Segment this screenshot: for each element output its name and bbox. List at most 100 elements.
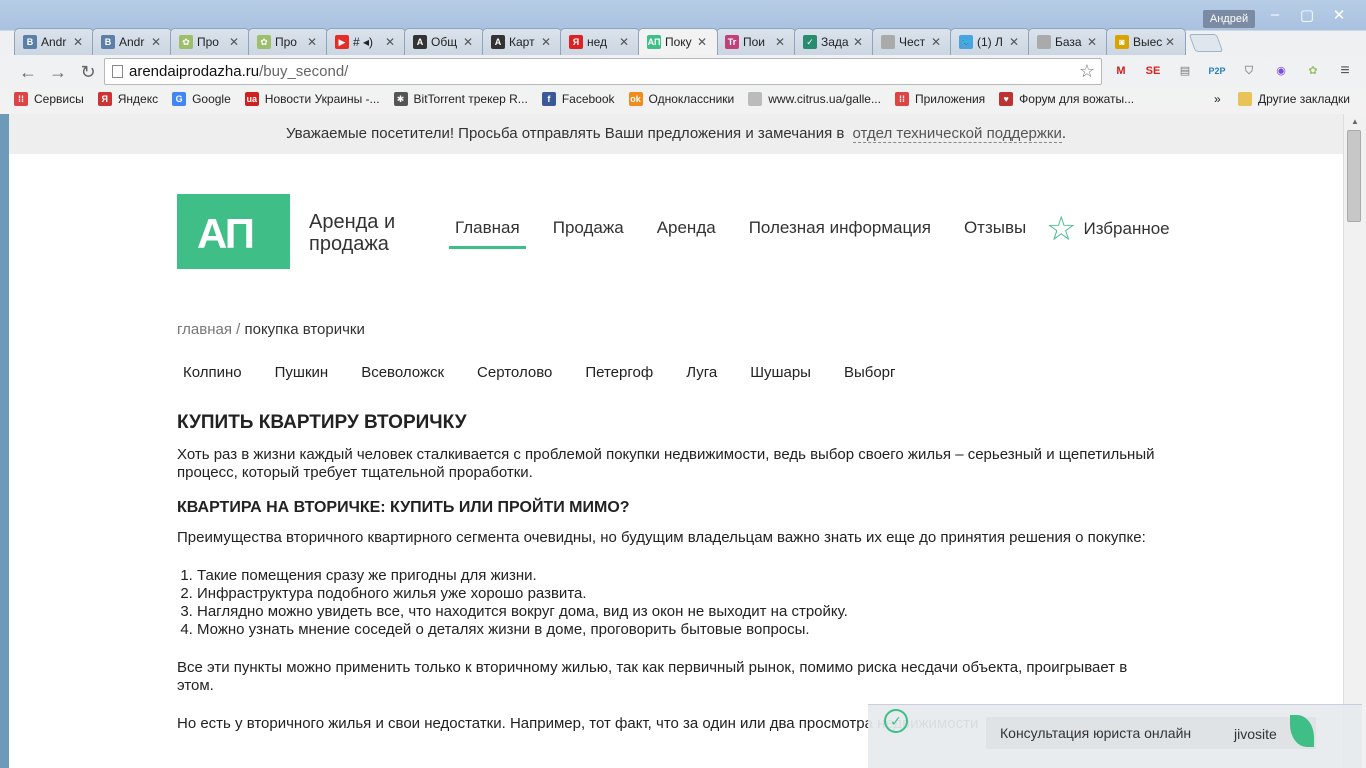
breadcrumb-home[interactable]: главная <box>177 321 232 338</box>
menu-item[interactable]: Отзывы <box>964 218 1026 249</box>
browser-tab[interactable]: B Andr ✕ <box>92 28 172 55</box>
support-link[interactable]: отдел технической поддержки <box>852 125 1062 143</box>
close-tab-icon[interactable]: ✕ <box>1165 35 1175 49</box>
city-link[interactable]: Луга <box>686 364 717 381</box>
profile-badge[interactable]: Андрей <box>1203 10 1255 28</box>
browser-tab[interactable]: B Andr ✕ <box>14 28 94 55</box>
close-tab-icon[interactable]: ✕ <box>1009 35 1019 49</box>
tab-title: (1) Л <box>977 35 1003 49</box>
browser-tab[interactable]: База ✕ <box>1028 28 1108 55</box>
tab-favicon: ◙ <box>1115 35 1129 49</box>
browser-tab[interactable]: Чест ✕ <box>872 28 952 55</box>
tab-title: Пои <box>743 35 766 49</box>
city-link[interactable]: Выборг <box>844 364 896 381</box>
se-extension-icon[interactable]: SE <box>1140 58 1166 84</box>
bookmarks-bar: ⁞⁞ Сервисы Я Яндекс G Google ua Новости Украины… <box>0 88 1366 110</box>
folder-icon <box>1238 92 1252 106</box>
bookmark-item[interactable]: ✱ BitTorrent трекер R... <box>393 92 528 106</box>
scroll-up-icon[interactable]: ▲ <box>1344 114 1366 130</box>
bookmark-item[interactable]: f Facebook <box>541 92 615 106</box>
browser-tab[interactable]: ✿ Про ✕ <box>248 28 328 55</box>
chat-widget[interactable]: ✓ Консультация юриста онлайн jivosite <box>868 704 1362 768</box>
menu-icon[interactable]: ≡ <box>1332 58 1358 84</box>
close-tab-icon[interactable]: ✕ <box>73 35 83 49</box>
close-tab-icon[interactable]: ✕ <box>697 35 707 49</box>
tab-title: Поку <box>665 35 692 49</box>
close-tab-icon[interactable]: ✕ <box>463 35 473 49</box>
close-window-icon[interactable]: ✕ <box>1326 6 1352 24</box>
menu-item[interactable]: Главная <box>449 218 526 249</box>
tab-favicon <box>881 35 895 49</box>
close-tab-icon[interactable]: ✕ <box>1087 35 1097 49</box>
bookmarks-overflow-button[interactable]: » <box>1214 92 1221 106</box>
browser-tab[interactable]: Янед ✕ <box>560 28 640 55</box>
city-link[interactable]: Пушкин <box>275 364 329 381</box>
bookmark-icon: ⁞⁞ <box>14 92 28 106</box>
menu-item[interactable]: Полезная информация <box>749 218 931 249</box>
p2p-extension-icon[interactable]: P2P <box>1204 58 1230 84</box>
address-bar[interactable]: arendaiprodazha.ru/buy_second/ ☆ <box>104 58 1102 85</box>
shield-icon[interactable]: ⛉ <box>1236 58 1262 84</box>
browser-tab[interactable]: A Общ ✕ <box>404 28 484 55</box>
site-logo[interactable]: АП <box>177 194 290 269</box>
bookmark-label: Сервисы <box>34 92 84 106</box>
bookmark-item[interactable]: www.citrus.ua/galle... <box>748 92 881 106</box>
close-tab-icon[interactable]: ✕ <box>151 35 161 49</box>
city-link[interactable]: Петергоф <box>585 364 653 381</box>
city-link[interactable]: Сертолово <box>477 364 552 381</box>
viber-icon[interactable]: ◉ <box>1268 58 1294 84</box>
browser-tab[interactable]: A Карт ✕ <box>482 28 562 55</box>
reload-icon[interactable]: ↻ <box>74 58 102 86</box>
forward-icon[interactable]: → <box>44 58 72 86</box>
close-tab-icon[interactable]: ✕ <box>307 35 317 49</box>
city-link[interactable]: Шушары <box>750 364 811 381</box>
gmail-icon[interactable]: M <box>1108 58 1134 84</box>
close-tab-icon[interactable]: ✕ <box>775 35 785 49</box>
bookmark-item[interactable]: Я Яндекс <box>97 92 158 106</box>
maximize-icon[interactable]: ▢ <box>1294 6 1320 24</box>
bookmark-item[interactable]: ♥ Форум для вожаты... <box>999 92 1134 106</box>
browser-tab[interactable]: Tr Пои ✕ <box>716 28 796 55</box>
city-link[interactable]: Всеволожск <box>361 364 444 381</box>
page-title: КУПИТЬ КВАРТИРУ ВТОРИЧКУ <box>177 412 467 433</box>
close-tab-icon[interactable]: ✕ <box>931 35 941 49</box>
bookmark-item[interactable]: ok Одноклассники <box>628 92 734 106</box>
feed-extension-icon[interactable]: ▤ <box>1172 58 1198 84</box>
tab-title: Про <box>275 35 297 49</box>
favorites-link[interactable]: ☆ Избранное <box>1046 212 1170 246</box>
browser-tab[interactable]: ◙ Выес ✕ <box>1106 28 1186 55</box>
bookmark-item[interactable]: ua Новости Украины -... <box>244 92 380 106</box>
tab-favicon: A <box>491 35 505 49</box>
minimize-icon[interactable]: – <box>1262 6 1288 23</box>
breadcrumb-separator: / <box>231 321 245 338</box>
scroll-thumb[interactable] <box>1347 130 1361 222</box>
browser-tab[interactable]: ▶ # ◂) ✕ <box>326 28 406 55</box>
check-icon: ✓ <box>884 709 908 733</box>
close-tab-icon[interactable]: ✕ <box>385 35 395 49</box>
menu-item[interactable]: Аренда <box>657 218 716 249</box>
section-paragraph: Преимущества вторичного квартирного сегм… <box>177 529 1146 546</box>
browser-tab[interactable]: ✿ Про ✕ <box>170 28 250 55</box>
list-item: Можно узнать мнение соседей о деталях жи… <box>197 621 1167 639</box>
bookmark-star-icon[interactable]: ☆ <box>1079 59 1095 84</box>
close-tab-icon[interactable]: ✕ <box>853 35 863 49</box>
close-tab-icon[interactable]: ✕ <box>229 35 239 49</box>
bookmark-item[interactable]: ⁞⁞ Сервисы <box>14 92 84 106</box>
bookmark-item[interactable]: G Google <box>172 92 231 106</box>
new-tab-button[interactable] <box>1188 34 1224 52</box>
browser-tab[interactable]: 🐦 (1) Л ✕ <box>950 28 1030 55</box>
flower-extension-icon[interactable]: ✿ <box>1300 58 1326 84</box>
page-scrollbar[interactable]: ▲ <box>1343 114 1366 768</box>
browser-tab[interactable]: ✓ Зада ✕ <box>794 28 874 55</box>
city-link[interactable]: Колпино <box>183 364 242 381</box>
close-tab-icon[interactable]: ✕ <box>541 35 551 49</box>
browser-tab[interactable]: АП Поку ✕ <box>638 28 718 55</box>
menu-item[interactable]: Продажа <box>553 218 624 249</box>
bookmark-item[interactable]: ⁞⁞ Приложения <box>894 92 985 106</box>
close-tab-icon[interactable]: ✕ <box>619 35 629 49</box>
tab-title: нед <box>587 35 608 49</box>
back-icon[interactable]: ← <box>14 58 42 86</box>
site-name[interactable]: Аренда и продажа <box>309 211 395 255</box>
bookmark-label: Google <box>192 92 231 106</box>
other-bookmarks[interactable]: Другие закладки <box>1238 92 1350 106</box>
